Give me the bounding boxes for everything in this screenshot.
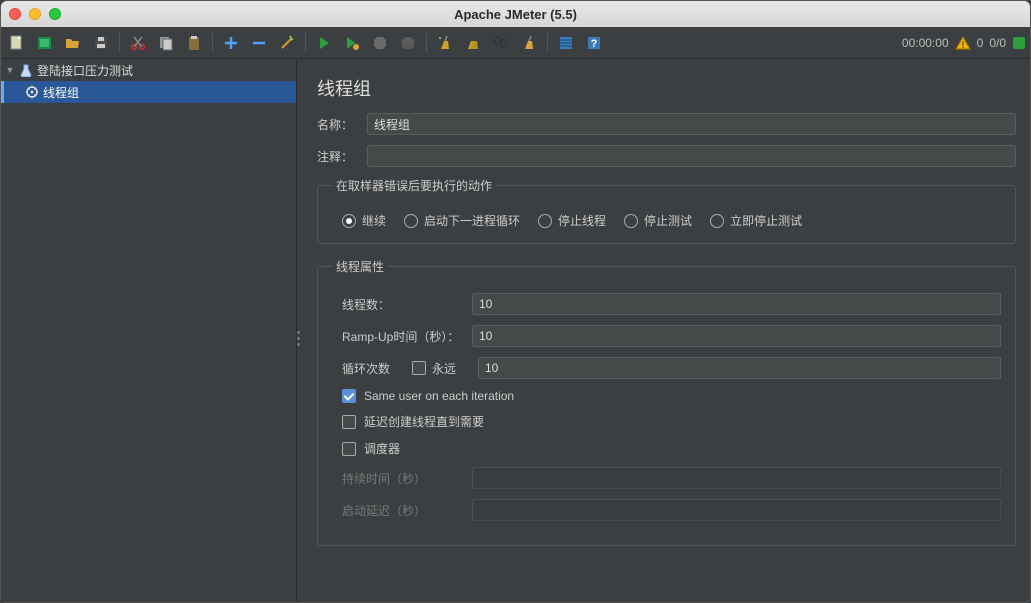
thread-properties-legend: 线程属性 [332,258,388,275]
radio-stop-now[interactable]: 立即停止测试 [710,212,802,229]
on-error-group: 在取样器错误后要执行的动作 继续 启动下一进程循环 停止线程 停止测试 立即停止… [317,177,1016,244]
radio-stop-test[interactable]: 停止测试 [624,212,692,229]
test-plan-icon [19,63,33,77]
thread-count: 0/0 [989,36,1006,50]
scheduler-checkbox[interactable] [342,442,356,456]
search-icon[interactable] [489,31,513,55]
same-user-label: Same user on each iteration [364,389,514,403]
forever-label: 永远 [432,360,456,377]
window-title: Apache JMeter (5.5) [454,7,577,22]
minimize-window-button[interactable] [29,8,41,20]
radio-stop-thread[interactable]: 停止线程 [538,212,606,229]
templates-icon[interactable] [33,31,57,55]
startup-delay-input [472,499,1001,521]
duration-label: 持续时间（秒） [342,470,462,487]
radio-icon [624,214,638,228]
test-plan-tree[interactable]: ▼ 登陆接口压力测试 线程组 [1,59,297,602]
startup-delay-label: 启动延迟（秒） [342,502,462,519]
remove-icon[interactable] [247,31,271,55]
ramp-up-input[interactable] [472,325,1001,347]
disclosure-triangle-icon[interactable]: ▼ [5,65,15,75]
tree-row-thread-group[interactable]: 线程组 [1,81,296,103]
window-titlebar: Apache JMeter (5.5) [1,1,1030,27]
warning-icon[interactable]: ! [955,35,971,51]
svg-text:!: ! [961,40,964,50]
window-controls [9,8,61,20]
delayed-start-checkbox[interactable] [342,415,356,429]
close-window-button[interactable] [9,8,21,20]
threads-input[interactable] [472,293,1001,315]
duration-input [472,467,1001,489]
help-icon[interactable]: ? [582,31,606,55]
threads-label: 线程数： [342,296,462,313]
error-count: 0 [977,36,984,50]
clear-all-icon[interactable] [461,31,485,55]
wand-icon[interactable] [275,31,299,55]
radio-continue[interactable]: 继续 [342,212,386,229]
radio-icon [538,214,552,228]
radio-icon [342,214,356,228]
tree-row-test-plan[interactable]: ▼ 登陆接口压力测试 [1,59,296,81]
thread-group-icon [25,85,39,99]
comment-input[interactable] [367,145,1016,167]
scheduler-label: 调度器 [364,440,400,457]
reset-search-icon[interactable] [517,31,541,55]
cut-icon[interactable] [126,31,150,55]
stop-icon[interactable] [368,31,392,55]
shutdown-icon[interactable] [396,31,420,55]
name-input[interactable] [367,113,1016,135]
loop-label: 循环次数 [342,360,402,377]
radio-icon [710,214,724,228]
add-icon[interactable] [219,31,243,55]
panel-heading: 线程组 [317,75,1016,101]
run-indicator-icon [1012,36,1026,50]
clear-icon[interactable] [433,31,457,55]
tree-label-test-plan: 登陆接口压力测试 [37,62,133,79]
comment-label: 注释： [317,148,359,165]
copy-icon[interactable] [154,31,178,55]
open-icon[interactable] [61,31,85,55]
elapsed-time: 00:00:00 [902,36,949,50]
save-icon[interactable] [89,31,113,55]
svg-text:?: ? [591,38,598,50]
forever-checkbox[interactable] [412,361,426,375]
name-label: 名称： [317,116,359,133]
function-helper-icon[interactable] [554,31,578,55]
on-error-legend: 在取样器错误后要执行的动作 [332,177,496,194]
toolbar-status: 00:00:00 ! 0 0/0 [902,35,1026,51]
zoom-window-button[interactable] [49,8,61,20]
splitter-handle[interactable] [297,331,300,346]
radio-start-next-loop[interactable]: 启动下一进程循环 [404,212,520,229]
tree-label-thread-group: 线程组 [43,84,79,101]
new-icon[interactable] [5,31,29,55]
run-no-pause-icon[interactable] [340,31,364,55]
thread-properties-group: 线程属性 线程数： Ramp-Up时间（秒）： 循环次数 永远 Same use… [317,258,1016,546]
radio-icon [404,214,418,228]
main-toolbar: ? 00:00:00 ! 0 0/0 [1,27,1030,59]
ramp-up-label: Ramp-Up时间（秒）： [342,328,462,345]
paste-icon[interactable] [182,31,206,55]
thread-group-panel: 线程组 名称： 注释： 在取样器错误后要执行的动作 继续 启动下一进程循环 停止… [297,59,1030,602]
same-user-checkbox[interactable] [342,389,356,403]
loop-input[interactable] [478,357,1001,379]
run-icon[interactable] [312,31,336,55]
delayed-start-label: 延迟创建线程直到需要 [364,413,484,430]
